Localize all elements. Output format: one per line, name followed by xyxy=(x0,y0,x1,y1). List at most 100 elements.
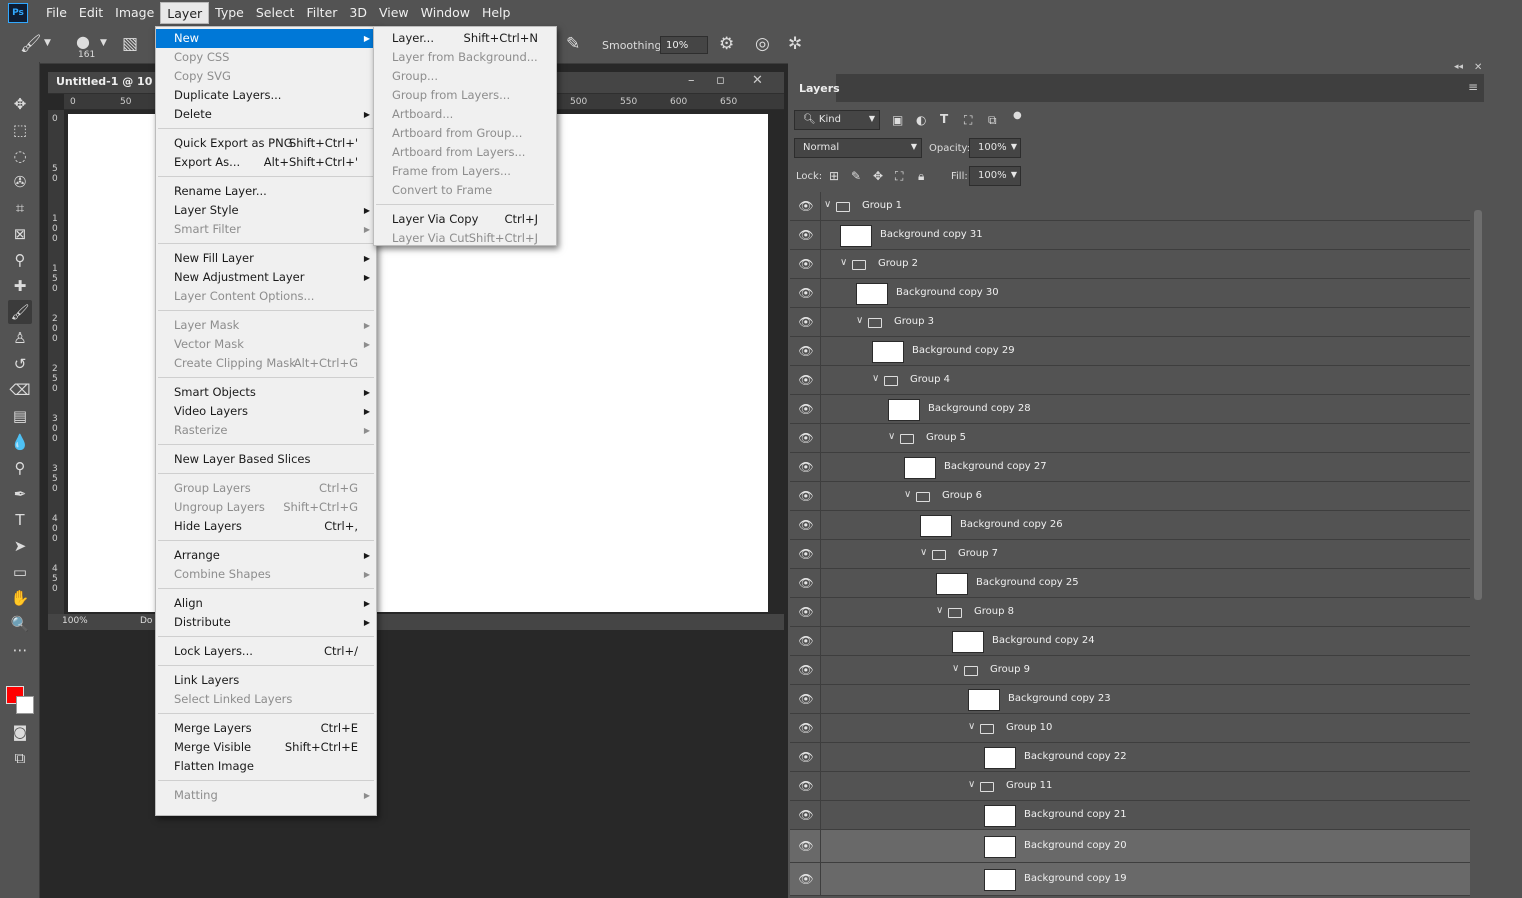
visibility-eye-icon[interactable]: 👁︎ xyxy=(798,373,814,387)
visibility-eye-icon[interactable]: 👁︎ xyxy=(798,576,814,590)
layer-group-row[interactable]: 👁︎ ∨ Group 3 xyxy=(790,308,1470,337)
chevron-down-icon[interactable]: ▼ xyxy=(100,38,107,48)
menu-help[interactable]: Help xyxy=(476,2,517,24)
history-brush-tool-icon[interactable]: ↺ xyxy=(8,352,32,376)
visibility-eye-icon[interactable]: 👁︎ xyxy=(798,663,814,677)
menu-select[interactable]: Select xyxy=(250,2,301,24)
submenu-item-layer[interactable]: Layer... Shift+Ctrl+N xyxy=(374,29,556,48)
layer-thumbnail[interactable] xyxy=(984,836,1016,858)
more-tools-icon[interactable]: ⋯ xyxy=(8,638,32,662)
menu-item-merge-layers[interactable]: Merge Layers Ctrl+E xyxy=(156,719,376,738)
layer-thumbnail[interactable] xyxy=(984,747,1016,769)
layer-row[interactable]: 👁︎ Background copy 28 xyxy=(790,395,1470,424)
expand-chevron-icon[interactable]: ∨ xyxy=(856,315,863,326)
layer-name[interactable]: Group 2 xyxy=(878,258,918,269)
pen-tool-icon[interactable]: ✒ xyxy=(8,482,32,506)
layer-thumbnail[interactable] xyxy=(840,225,872,247)
layer-row[interactable]: 👁︎ Background copy 22 xyxy=(790,743,1470,772)
chevron-down-icon[interactable]: ▼ xyxy=(44,38,51,48)
tab-layers[interactable]: Layers xyxy=(790,74,840,102)
blend-mode-select[interactable]: Normal ▼ xyxy=(794,138,922,158)
layer-thumbnail[interactable] xyxy=(856,283,888,305)
visibility-eye-icon[interactable]: 👁︎ xyxy=(798,518,814,532)
menu-file[interactable]: File xyxy=(40,2,73,24)
crop-tool-icon[interactable]: ⌗ xyxy=(8,196,32,220)
layer-row[interactable]: 👁︎ Background copy 27 xyxy=(790,453,1470,482)
symmetry-icon[interactable]: ✲ xyxy=(788,34,802,54)
layer-name[interactable]: Background copy 22 xyxy=(1024,751,1127,762)
expand-chevron-icon[interactable]: ∨ xyxy=(904,489,911,500)
maximize-icon[interactable]: ▫ xyxy=(716,73,725,88)
menu-view[interactable]: View xyxy=(373,2,415,24)
visibility-eye-icon[interactable]: 👁︎ xyxy=(798,228,814,242)
gear-icon[interactable]: ⚙ xyxy=(719,34,734,54)
menu-item-merge-visible[interactable]: Merge Visible Shift+Ctrl+E xyxy=(156,738,376,757)
visibility-eye-icon[interactable]: 👁︎ xyxy=(798,839,814,853)
layer-group-row[interactable]: 👁︎ ∨ Group 4 xyxy=(790,366,1470,395)
visibility-eye-icon[interactable]: 👁︎ xyxy=(798,692,814,706)
lock-pixels-icon[interactable]: ✎ xyxy=(851,169,861,183)
filter-shape-icon[interactable]: ⛶ xyxy=(964,113,972,128)
visibility-eye-icon[interactable]: 👁︎ xyxy=(798,431,814,445)
layer-thumbnail[interactable] xyxy=(984,869,1016,891)
filter-pixel-icon[interactable]: ▣ xyxy=(892,113,903,127)
expand-chevron-icon[interactable]: ∨ xyxy=(824,199,831,210)
layer-row[interactable]: 👁︎ Background copy 24 xyxy=(790,627,1470,656)
visibility-eye-icon[interactable]: 👁︎ xyxy=(798,634,814,648)
layer-name[interactable]: Background copy 20 xyxy=(1024,840,1127,851)
menu-item-distribute[interactable]: Distribute ▶ xyxy=(156,613,376,632)
layer-row[interactable]: 👁︎ Background copy 20 xyxy=(790,830,1470,863)
layer-name[interactable]: Group 10 xyxy=(1006,722,1052,733)
layer-row[interactable]: 👁︎ Background copy 26 xyxy=(790,511,1470,540)
layer-name[interactable]: Group 11 xyxy=(1006,780,1052,791)
pressure-icon[interactable]: ◎ xyxy=(755,34,770,54)
menu-item-new[interactable]: New ▶ xyxy=(156,29,376,48)
expand-chevron-icon[interactable]: ∨ xyxy=(888,431,895,442)
brush-preset-icon[interactable]: ● xyxy=(76,32,90,51)
layer-thumbnail[interactable] xyxy=(920,515,952,537)
menu-item-smart-objects[interactable]: Smart Objects ▶ xyxy=(156,383,376,402)
menu-filter[interactable]: Filter xyxy=(300,2,343,24)
layer-row[interactable]: 👁︎ Background copy 23 xyxy=(790,685,1470,714)
layer-row[interactable]: 👁︎ Background copy 19 xyxy=(790,863,1470,896)
expand-chevron-icon[interactable]: ∨ xyxy=(968,779,975,790)
visibility-eye-icon[interactable]: 👁︎ xyxy=(798,605,814,619)
visibility-eye-icon[interactable]: 👁︎ xyxy=(798,779,814,793)
lock-artboard-icon[interactable]: ⛶ xyxy=(895,169,903,184)
layer-name[interactable]: Group 8 xyxy=(974,606,1014,617)
layer-name[interactable]: Group 7 xyxy=(958,548,998,559)
menu-item-export-as[interactable]: Export As... Alt+Shift+Ctrl+' xyxy=(156,153,376,172)
filter-adjustment-icon[interactable]: ◐ xyxy=(916,113,926,127)
layer-group-row[interactable]: 👁︎ ∨ Group 9 xyxy=(790,656,1470,685)
close-icon[interactable]: ✕ xyxy=(752,73,763,88)
layer-name[interactable]: Background copy 29 xyxy=(912,345,1015,356)
layer-row[interactable]: 👁︎ Background copy 21 xyxy=(790,801,1470,830)
layer-name[interactable]: Background copy 24 xyxy=(992,635,1095,646)
layer-thumbnail[interactable] xyxy=(888,399,920,421)
layer-thumbnail[interactable] xyxy=(904,457,936,479)
layer-row[interactable]: 👁︎ Background copy 29 xyxy=(790,337,1470,366)
layer-thumbnail[interactable] xyxy=(872,341,904,363)
visibility-eye-icon[interactable]: 👁︎ xyxy=(798,402,814,416)
visibility-eye-icon[interactable]: 👁︎ xyxy=(798,199,814,213)
layer-name[interactable]: Background copy 23 xyxy=(1008,693,1111,704)
visibility-eye-icon[interactable]: 👁︎ xyxy=(798,872,814,886)
menu-window[interactable]: Window xyxy=(415,2,476,24)
layer-name[interactable]: Background copy 19 xyxy=(1024,873,1127,884)
layer-group-row[interactable]: 👁︎ ∨ Group 10 xyxy=(790,714,1470,743)
menu-item-rename-layer[interactable]: Rename Layer... xyxy=(156,182,376,201)
menu-item-new-fill-layer[interactable]: New Fill Layer ▶ xyxy=(156,249,376,268)
lasso-tool-icon[interactable]: ◌ xyxy=(8,144,32,168)
visibility-eye-icon[interactable]: 👁︎ xyxy=(798,315,814,329)
layer-name[interactable]: Background copy 21 xyxy=(1024,809,1127,820)
healing-brush-tool-icon[interactable]: ✚ xyxy=(8,274,32,298)
brush-tool-icon[interactable]: 🖌 xyxy=(20,34,42,54)
brush-settings-icon[interactable]: ▧ xyxy=(122,34,138,54)
shape-tool-icon[interactable]: ▭ xyxy=(8,560,32,584)
layer-name[interactable]: Group 6 xyxy=(942,490,982,501)
collapse-panels-icon[interactable]: ◂◂ xyxy=(1454,62,1463,72)
menu-item-video-layers[interactable]: Video Layers ▶ xyxy=(156,402,376,421)
menu-type[interactable]: Type xyxy=(209,2,250,24)
hand-tool-icon[interactable]: ✋ xyxy=(8,586,32,610)
expand-chevron-icon[interactable]: ∨ xyxy=(968,721,975,732)
